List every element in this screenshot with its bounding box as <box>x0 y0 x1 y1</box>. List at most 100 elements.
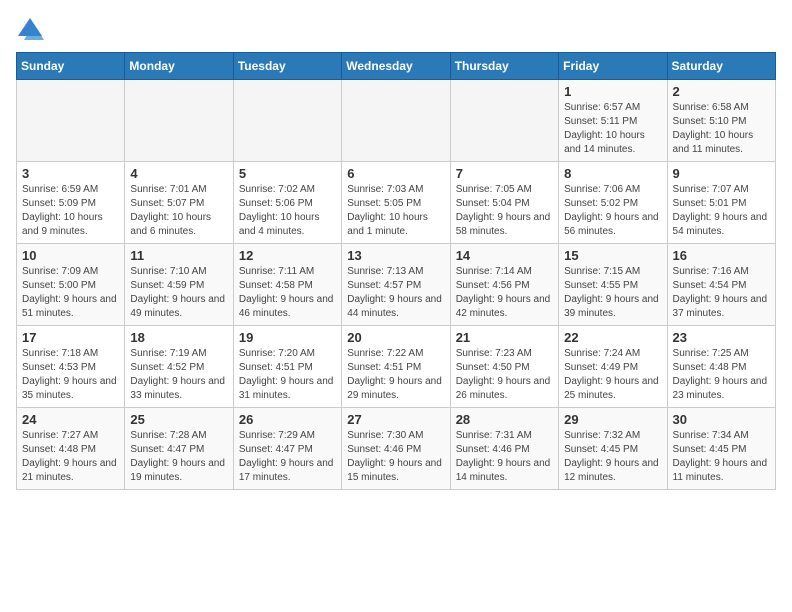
calendar-day-19: 19Sunrise: 7:20 AMSunset: 4:51 PMDayligh… <box>233 326 341 408</box>
day-number: 24 <box>22 412 119 427</box>
day-info: Sunrise: 7:23 AMSunset: 4:50 PMDaylight:… <box>456 347 553 403</box>
day-number: 28 <box>456 412 553 427</box>
day-info: Sunrise: 7:02 AMSunset: 5:06 PMDaylight:… <box>239 183 336 239</box>
calendar-day-9: 9Sunrise: 7:07 AMSunset: 5:01 PMDaylight… <box>667 162 775 244</box>
day-number: 25 <box>130 412 227 427</box>
day-header-thursday: Thursday <box>450 53 558 80</box>
day-info: Sunrise: 7:09 AMSunset: 5:00 PMDaylight:… <box>22 265 119 321</box>
day-number: 5 <box>239 166 336 181</box>
day-number: 10 <box>22 248 119 263</box>
calendar-empty-cell <box>233 80 341 162</box>
day-info: Sunrise: 7:22 AMSunset: 4:51 PMDaylight:… <box>347 347 444 403</box>
calendar-week-row: 1 Sunrise: 6:57 AMSunset: 5:11 PMDaylight… <box>17 80 776 162</box>
page-header <box>16 16 776 44</box>
day-number: 23 <box>673 330 770 345</box>
day-info: Sunrise: 7:29 AMSunset: 4:47 PMDaylight:… <box>239 429 336 485</box>
calendar-day-15: 15 Sunrise: 7:15 AMSunset: 4:55 PMDayligh… <box>559 244 667 326</box>
calendar-day-18: 18Sunrise: 7:19 AMSunset: 4:52 PMDayligh… <box>125 326 233 408</box>
calendar-day-25: 25 Sunrise: 7:28 AMSunset: 4:47 PMDayligh… <box>125 408 233 490</box>
day-info: Sunrise: 7:18 AMSunset: 4:53 PMDaylight:… <box>22 347 119 403</box>
day-number: 17 <box>22 330 119 345</box>
day-info: Sunrise: 7:24 AMSunset: 4:49 PMDaylight:… <box>564 347 661 403</box>
calendar-day-5: 5 Sunrise: 7:02 AMSunset: 5:06 PMDaylight… <box>233 162 341 244</box>
day-number: 21 <box>456 330 553 345</box>
calendar-day-12: 12Sunrise: 7:11 AMSunset: 4:58 PMDayligh… <box>233 244 341 326</box>
day-info: Sunrise: 7:06 AMSunset: 5:02 PMDaylight:… <box>564 183 661 239</box>
day-number: 20 <box>347 330 444 345</box>
calendar-header-row: SundayMondayTuesdayWednesdayThursdayFrid… <box>17 53 776 80</box>
calendar-day-21: 21 Sunrise: 7:23 AMSunset: 4:50 PMDayligh… <box>450 326 558 408</box>
day-info: Sunrise: 7:16 AMSunset: 4:54 PMDaylight:… <box>673 265 770 321</box>
calendar-day-10: 10 Sunrise: 7:09 AMSunset: 5:00 PMDayligh… <box>17 244 125 326</box>
calendar-day-13: 13 Sunrise: 7:13 AMSunset: 4:57 PMDayligh… <box>342 244 450 326</box>
day-header-tuesday: Tuesday <box>233 53 341 80</box>
calendar-day-6: 6 Sunrise: 7:03 AMSunset: 5:05 PMDaylight… <box>342 162 450 244</box>
day-info: Sunrise: 7:30 AMSunset: 4:46 PMDaylight:… <box>347 429 444 485</box>
calendar-day-17: 17 Sunrise: 7:18 AMSunset: 4:53 PMDayligh… <box>17 326 125 408</box>
day-number: 15 <box>564 248 661 263</box>
logo <box>16 16 48 44</box>
day-number: 13 <box>347 248 444 263</box>
calendar-week-row: 24Sunrise: 7:27 AMSunset: 4:48 PMDayligh… <box>17 408 776 490</box>
calendar-week-row: 3Sunrise: 6:59 AMSunset: 5:09 PMDaylight… <box>17 162 776 244</box>
calendar-week-row: 17 Sunrise: 7:18 AMSunset: 4:53 PMDayligh… <box>17 326 776 408</box>
day-number: 6 <box>347 166 444 181</box>
day-info: Sunrise: 6:57 AMSunset: 5:11 PMDaylight:… <box>564 101 661 157</box>
calendar-day-14: 14Sunrise: 7:14 AMSunset: 4:56 PMDayligh… <box>450 244 558 326</box>
day-number: 30 <box>673 412 770 427</box>
day-info: Sunrise: 7:10 AMSunset: 4:59 PMDaylight:… <box>130 265 227 321</box>
calendar-day-20: 20 Sunrise: 7:22 AMSunset: 4:51 PMDayligh… <box>342 326 450 408</box>
day-info: Sunrise: 6:59 AMSunset: 5:09 PMDaylight:… <box>22 183 119 239</box>
calendar-day-4: 4 Sunrise: 7:01 AMSunset: 5:07 PMDaylight… <box>125 162 233 244</box>
day-number: 12 <box>239 248 336 263</box>
calendar-day-1: 1 Sunrise: 6:57 AMSunset: 5:11 PMDaylight… <box>559 80 667 162</box>
day-info: Sunrise: 6:58 AMSunset: 5:10 PMDaylight:… <box>673 101 770 157</box>
logo-icon <box>16 16 44 44</box>
day-info: Sunrise: 7:28 AMSunset: 4:47 PMDaylight:… <box>130 429 227 485</box>
day-info: Sunrise: 7:31 AMSunset: 4:46 PMDaylight:… <box>456 429 553 485</box>
calendar-day-16: 16Sunrise: 7:16 AMSunset: 4:54 PMDayligh… <box>667 244 775 326</box>
day-number: 11 <box>130 248 227 263</box>
calendar-day-8: 8 Sunrise: 7:06 AMSunset: 5:02 PMDaylight… <box>559 162 667 244</box>
calendar-day-30: 30 Sunrise: 7:34 AMSunset: 4:45 PMDayligh… <box>667 408 775 490</box>
calendar-day-27: 27Sunrise: 7:30 AMSunset: 4:46 PMDayligh… <box>342 408 450 490</box>
day-info: Sunrise: 7:19 AMSunset: 4:52 PMDaylight:… <box>130 347 227 403</box>
day-info: Sunrise: 7:13 AMSunset: 4:57 PMDaylight:… <box>347 265 444 321</box>
day-header-friday: Friday <box>559 53 667 80</box>
day-info: Sunrise: 7:14 AMSunset: 4:56 PMDaylight:… <box>456 265 553 321</box>
day-info: Sunrise: 7:32 AMSunset: 4:45 PMDaylight:… <box>564 429 661 485</box>
day-number: 7 <box>456 166 553 181</box>
calendar-day-22: 22 Sunrise: 7:24 AMSunset: 4:49 PMDayligh… <box>559 326 667 408</box>
day-number: 19 <box>239 330 336 345</box>
calendar-empty-cell <box>125 80 233 162</box>
calendar-day-3: 3Sunrise: 6:59 AMSunset: 5:09 PMDaylight… <box>17 162 125 244</box>
calendar-day-11: 11 Sunrise: 7:10 AMSunset: 4:59 PMDayligh… <box>125 244 233 326</box>
day-header-wednesday: Wednesday <box>342 53 450 80</box>
calendar-day-28: 28 Sunrise: 7:31 AMSunset: 4:46 PMDayligh… <box>450 408 558 490</box>
day-number: 1 <box>564 84 661 99</box>
calendar-empty-cell <box>342 80 450 162</box>
calendar-day-2: 2 Sunrise: 6:58 AMSunset: 5:10 PMDaylight… <box>667 80 775 162</box>
calendar-day-7: 7 Sunrise: 7:05 AMSunset: 5:04 PMDaylight… <box>450 162 558 244</box>
day-info: Sunrise: 7:01 AMSunset: 5:07 PMDaylight:… <box>130 183 227 239</box>
calendar-day-23: 23Sunrise: 7:25 AMSunset: 4:48 PMDayligh… <box>667 326 775 408</box>
calendar-day-26: 26 Sunrise: 7:29 AMSunset: 4:47 PMDayligh… <box>233 408 341 490</box>
day-info: Sunrise: 7:03 AMSunset: 5:05 PMDaylight:… <box>347 183 444 239</box>
calendar-day-24: 24Sunrise: 7:27 AMSunset: 4:48 PMDayligh… <box>17 408 125 490</box>
calendar-empty-cell <box>17 80 125 162</box>
calendar-day-29: 29 Sunrise: 7:32 AMSunset: 4:45 PMDayligh… <box>559 408 667 490</box>
day-header-sunday: Sunday <box>17 53 125 80</box>
day-number: 22 <box>564 330 661 345</box>
day-number: 26 <box>239 412 336 427</box>
day-number: 9 <box>673 166 770 181</box>
day-info: Sunrise: 7:15 AMSunset: 4:55 PMDaylight:… <box>564 265 661 321</box>
day-number: 2 <box>673 84 770 99</box>
calendar-empty-cell <box>450 80 558 162</box>
day-number: 29 <box>564 412 661 427</box>
day-info: Sunrise: 7:05 AMSunset: 5:04 PMDaylight:… <box>456 183 553 239</box>
day-number: 4 <box>130 166 227 181</box>
calendar-week-row: 10 Sunrise: 7:09 AMSunset: 5:00 PMDayligh… <box>17 244 776 326</box>
day-number: 8 <box>564 166 661 181</box>
calendar-table: SundayMondayTuesdayWednesdayThursdayFrid… <box>16 52 776 490</box>
day-info: Sunrise: 7:34 AMSunset: 4:45 PMDaylight:… <box>673 429 770 485</box>
